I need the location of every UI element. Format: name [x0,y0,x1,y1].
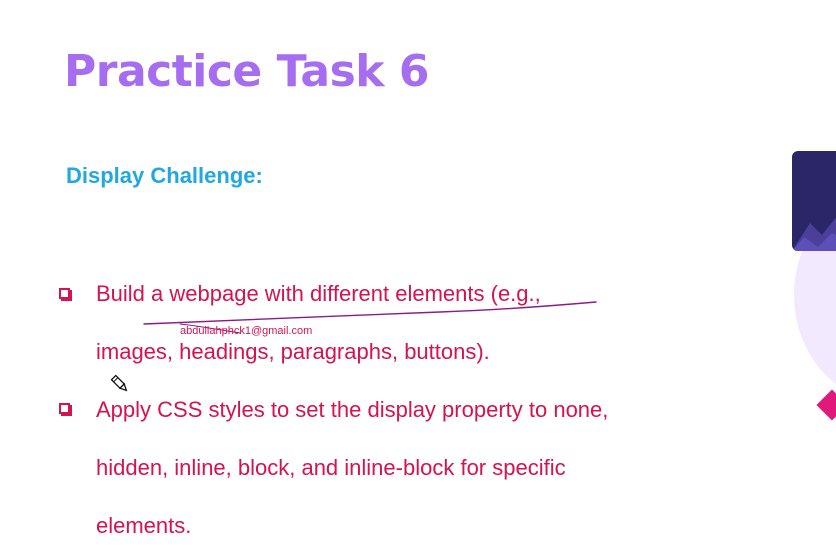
bullet-line: images, headings, paragraphs, buttons). [96,339,490,364]
slide-title: Practice Task 6 [64,46,430,97]
mountain-graphic [792,217,836,251]
pen-cursor-icon [110,374,128,392]
email-watermark: abdullahphck1@gmail.com [180,325,313,337]
presentation-slide: Practice Task 6 Display Challenge: Build… [0,0,836,551]
bullet-line: Apply CSS styles to set the display prop… [96,397,609,422]
square-bullet-icon [59,288,70,299]
bullet-line: elements. [96,513,192,538]
decorative-illustration-card [792,151,836,251]
square-bullet-icon [59,403,70,414]
bullet-line: hidden, inline, block, and inline-block … [96,455,566,480]
slide-subtitle: Display Challenge: [66,163,263,188]
decorative-diamond [816,389,836,421]
